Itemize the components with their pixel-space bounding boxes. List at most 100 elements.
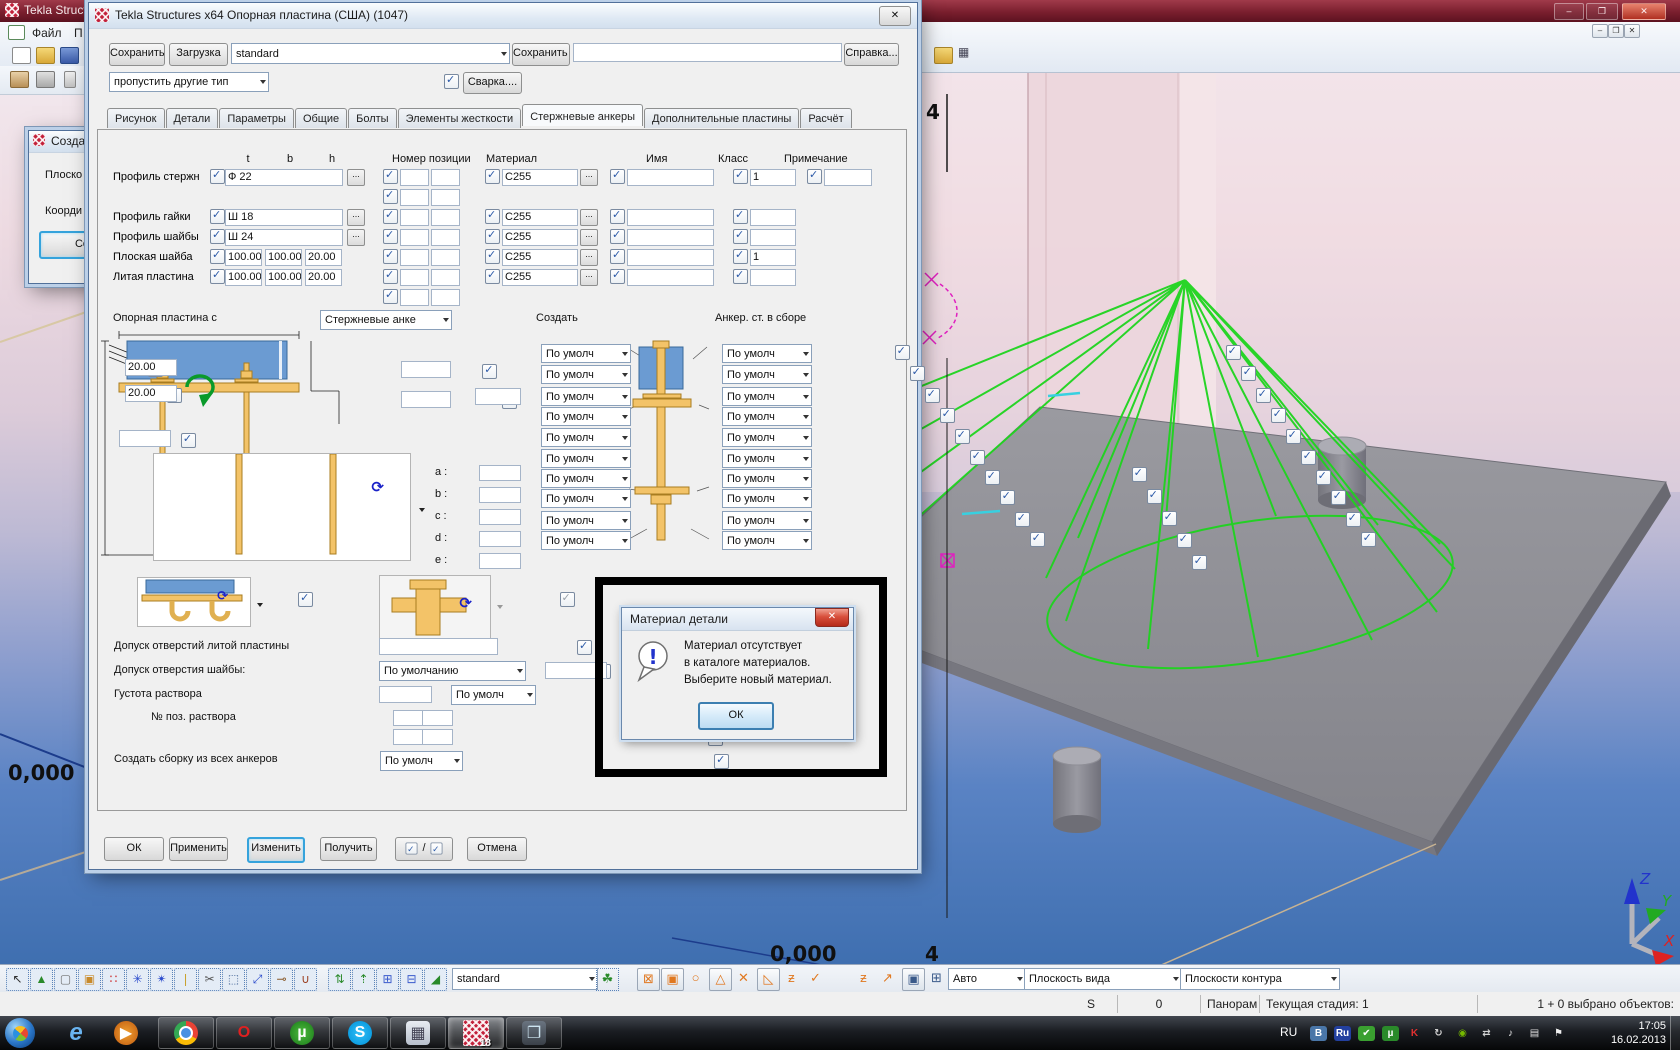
load-button[interactable]: Загрузка	[169, 43, 228, 66]
snap-extension[interactable]: ⤢	[246, 968, 269, 991]
select-arrow-ne[interactable]: ↗	[877, 968, 898, 989]
grout-field[interactable]	[379, 686, 432, 703]
assembly-default-combo-1[interactable]: По умолч	[722, 344, 812, 363]
create-default-combo-8[interactable]: По умолч	[541, 489, 631, 508]
error-dialog-titlebar[interactable]: Материал детали ✕	[622, 608, 853, 631]
class-checkbox[interactable]	[733, 269, 748, 284]
create-default-combo-1[interactable]: По умолч	[541, 344, 631, 363]
menu-file[interactable]: Файл	[32, 26, 62, 40]
refresh-icon[interactable]: ⟳	[217, 588, 228, 603]
depth-up[interactable]: ⇡	[352, 968, 375, 991]
dialog-titlebar[interactable]: Tekla Structures x64 Опорная пластина (С…	[89, 3, 917, 29]
tab-5[interactable]: Болты	[348, 108, 396, 128]
name-field[interactable]	[627, 209, 714, 226]
view-plane-combo[interactable]: Плоскость вида	[1024, 968, 1182, 990]
assembly-default-combo-8[interactable]: По умолч	[722, 489, 812, 508]
toggle-checkboxes-button[interactable]: /	[395, 837, 453, 861]
snap-bounding-box[interactable]: ⬚	[222, 968, 245, 991]
assembly-default-combo-7[interactable]: По умолч	[722, 469, 812, 488]
error-ok-button[interactable]: ОК	[698, 702, 774, 730]
material-checkbox[interactable]	[485, 169, 500, 184]
calculator-taskbar-button[interactable]: ▦	[390, 1017, 446, 1049]
name-checkbox[interactable]	[610, 229, 625, 244]
grout-pos-field2[interactable]	[422, 710, 453, 726]
import-folder-icon[interactable]	[934, 47, 953, 64]
assembly-default-checkbox-4[interactable]	[1271, 408, 1286, 423]
tab-2[interactable]: Детали	[166, 108, 219, 128]
refresh-icon[interactable]: ⟳	[459, 596, 472, 611]
new-model-icon[interactable]	[12, 47, 31, 64]
anchor-dim-checkbox-3[interactable]	[1162, 511, 1177, 526]
anchor-dim-field-2[interactable]	[479, 487, 521, 503]
dimension-field[interactable]: 100.00	[265, 269, 302, 286]
rod-preview-box[interactable]: ⟳	[153, 453, 411, 561]
cast-tolerance-field[interactable]	[379, 638, 498, 655]
view-solid[interactable]: ▣	[902, 968, 925, 991]
right-offset2-field[interactable]	[401, 391, 451, 408]
position-checkbox[interactable]	[383, 269, 398, 284]
anchor-dim-field-5[interactable]	[479, 553, 521, 569]
name-field[interactable]	[627, 269, 714, 286]
name-field[interactable]	[627, 229, 714, 246]
action-flag-tray-icon[interactable]: ⚑	[1550, 1026, 1567, 1041]
profile-field[interactable]: Ш 24	[225, 229, 343, 246]
right-offset1-field[interactable]	[401, 361, 451, 378]
tab-1[interactable]: Рисунок	[107, 108, 165, 128]
create-default-combo-7[interactable]: По умолч	[541, 469, 631, 488]
assembly-default-checkbox-1[interactable]	[1226, 345, 1241, 360]
offset3-checkbox[interactable]	[181, 433, 196, 448]
create-default-checkbox-9[interactable]	[1015, 512, 1030, 527]
snap-reference-points[interactable]: ▲	[30, 968, 53, 991]
snap-intersections[interactable]: ✳	[126, 968, 149, 991]
dimension-field[interactable]: 20.00	[305, 269, 342, 286]
hook-dropdown-icon[interactable]	[257, 603, 263, 607]
volume-tray-icon[interactable]: ♪	[1502, 1026, 1519, 1041]
offset1-field[interactable]: 20.00	[125, 359, 177, 376]
class-checkbox[interactable]	[733, 169, 748, 184]
anchor-dim-field-1[interactable]	[479, 465, 521, 481]
select-ok[interactable]: ✓	[805, 968, 826, 989]
show-desktop-button[interactable]	[1670, 1016, 1680, 1050]
start-button[interactable]	[5, 1018, 35, 1048]
cast-tolerance-checkbox[interactable]	[577, 640, 592, 655]
name-checkbox[interactable]	[610, 269, 625, 284]
material-checkbox[interactable]	[485, 249, 500, 264]
snap-nearest[interactable]: ▣	[78, 968, 101, 991]
view-points[interactable]: ⊞	[926, 968, 947, 989]
tekla-structures-taskbar-button[interactable]: 18	[448, 1017, 504, 1049]
snap-select-arrow[interactable]: ↖	[6, 968, 29, 991]
save-model-icon[interactable]	[60, 47, 79, 64]
material-browse-button[interactable]: ...	[580, 169, 598, 186]
assembly-default-checkbox-10[interactable]	[1361, 532, 1376, 547]
snap-cut[interactable]: ✂	[198, 968, 221, 991]
dimension-field[interactable]: 20.00	[305, 249, 342, 266]
position-field-1[interactable]	[400, 229, 429, 246]
anchor-dim-checkbox-4[interactable]	[1177, 533, 1192, 548]
get-button[interactable]: Получить	[320, 837, 377, 861]
ignore-types-combo[interactable]: пропустить другие тип	[109, 72, 269, 92]
position-checkbox[interactable]	[383, 169, 398, 184]
menu-edit[interactable]: П	[74, 26, 83, 40]
network-tray-icon[interactable]: ▤	[1526, 1026, 1543, 1041]
punto-switcher-tray-icon[interactable]: Ru	[1334, 1026, 1351, 1041]
assembly-default-combo-2[interactable]: По умолч	[722, 365, 812, 384]
media-player-taskbar-button[interactable]: ▶	[106, 1018, 146, 1048]
snap-points-grid[interactable]: ∷	[102, 968, 125, 991]
create-default-combo-2[interactable]: По умолч	[541, 365, 631, 384]
create-default-combo-9[interactable]: По умолч	[541, 511, 631, 530]
grid-step-up[interactable]: ⊟	[400, 968, 423, 991]
material-field[interactable]: C255	[502, 209, 578, 226]
material-browse-button[interactable]: ...	[580, 269, 598, 286]
view-restore-button[interactable]: ❐	[1608, 24, 1624, 38]
name-checkbox[interactable]	[610, 169, 625, 184]
assembly-default-checkbox-8[interactable]	[1331, 490, 1346, 505]
select-filter-off[interactable]: ⊠	[637, 968, 660, 991]
position-field-2[interactable]	[431, 189, 460, 206]
class-field[interactable]: 1	[750, 249, 796, 266]
anchor-cylinder-left[interactable]	[1053, 747, 1101, 833]
grout-pos-field4[interactable]	[422, 729, 453, 745]
snap-line-segment[interactable]: ❘	[174, 968, 197, 991]
kaspersky-tray-icon[interactable]: K	[1406, 1026, 1423, 1041]
utorrent-tray-tray-icon[interactable]: µ	[1382, 1026, 1399, 1041]
material-browse-button[interactable]: ...	[580, 229, 598, 246]
